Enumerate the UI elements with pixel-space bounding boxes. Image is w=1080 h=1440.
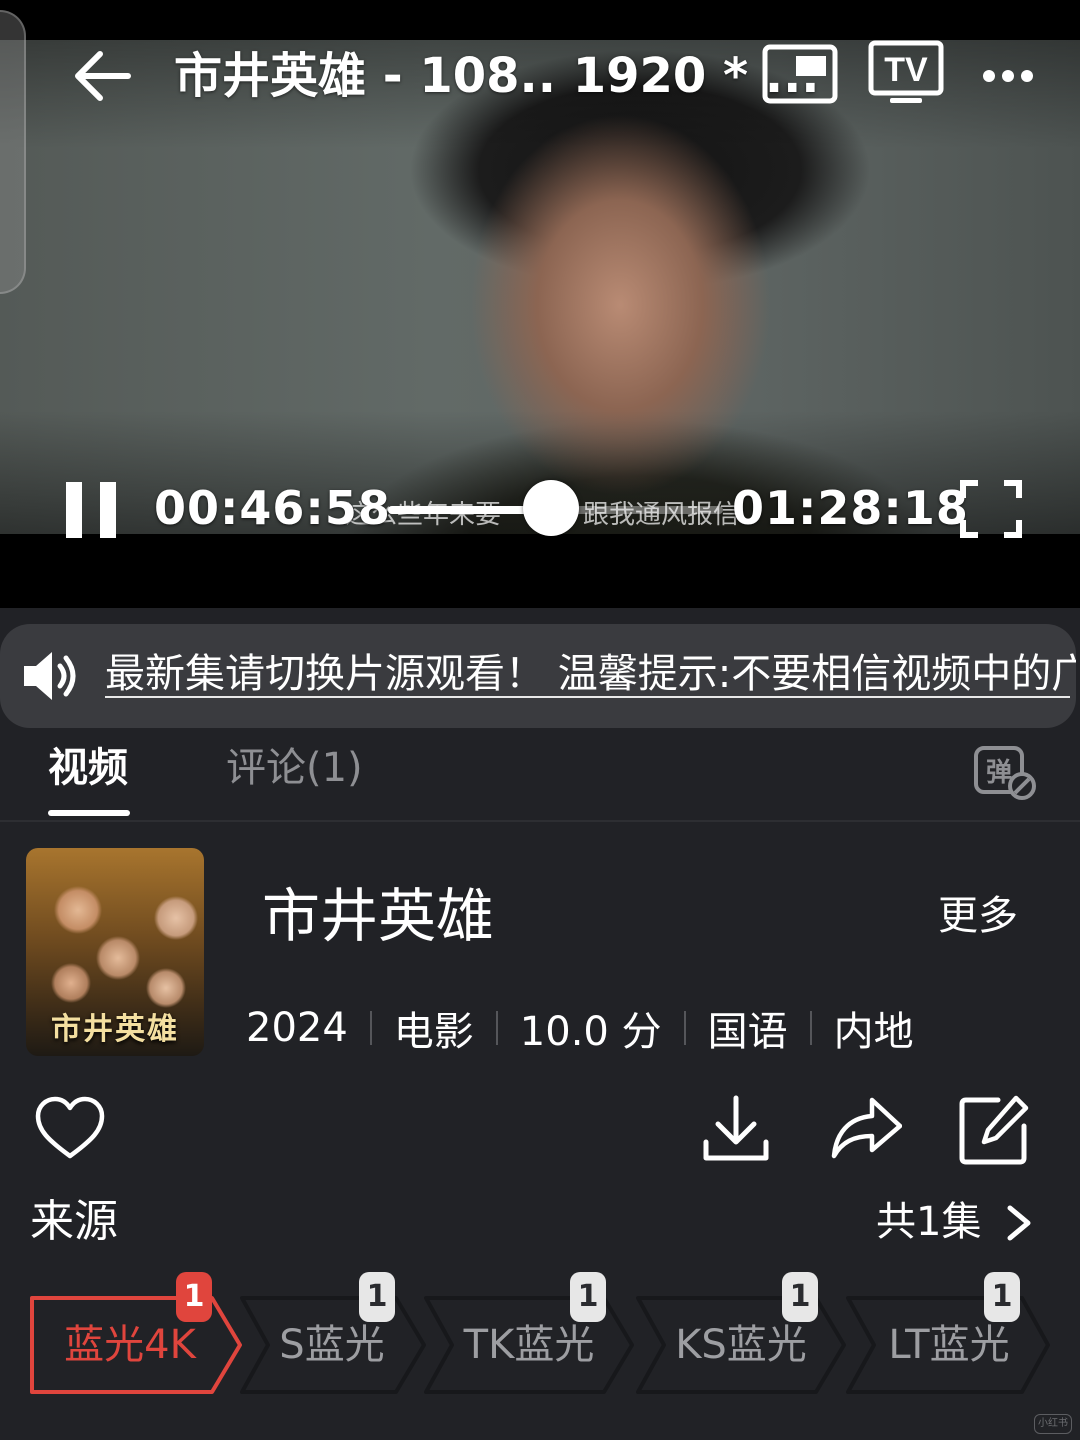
source-item-label: LT蓝光 <box>888 1322 1010 1368</box>
source-item-bluray-4k[interactable]: 蓝光4K 1 <box>30 1272 244 1394</box>
episode-badge: 1 <box>984 1272 1020 1322</box>
meta-divider <box>809 1011 812 1045</box>
video-title: 市井英雄 - 108.. 1920 * ... <box>174 48 820 104</box>
share-icon[interactable] <box>830 1094 902 1166</box>
source-item-lt-bluray[interactable]: LT蓝光 1 <box>846 1272 1060 1394</box>
seek-thumb[interactable] <box>523 480 579 536</box>
meta-language: 国语 <box>707 1009 788 1055</box>
movie-meta: 2024 电影 10.0 分 国语 内地 <box>246 1000 914 1056</box>
episode-badge: 1 <box>359 1272 395 1322</box>
tab-video[interactable]: 视频 <box>48 740 128 796</box>
episode-badge: 1 <box>176 1272 212 1322</box>
announcement-bar[interactable]: 最新集请切换片源观看！ 温馨提示:不要相信视频中的广告 <box>0 624 1076 728</box>
more-info-link[interactable]: 更多 <box>938 890 1018 942</box>
content-tabs: 视频 评论(1) 弹 <box>0 730 1080 822</box>
meta-divider <box>369 1011 372 1045</box>
source-item-s-bluray[interactable]: S蓝光 1 <box>240 1272 454 1394</box>
episode-badge: 1 <box>570 1272 606 1322</box>
movie-poster[interactable]: 市井英雄 <box>26 848 204 1056</box>
meta-divider <box>683 1011 686 1045</box>
meta-score: 10.0 分 <box>519 1009 662 1055</box>
episode-count[interactable]: 共1集 <box>876 1196 981 1248</box>
svg-text:TV: TV <box>884 51 928 89</box>
meta-type: 电影 <box>393 1009 474 1055</box>
picture-in-picture-icon[interactable] <box>762 44 838 104</box>
edit-icon[interactable] <box>958 1094 1030 1166</box>
poster-caption: 市井英雄 <box>51 1012 179 1047</box>
more-options-icon[interactable] <box>980 56 1036 96</box>
source-item-label: S蓝光 <box>279 1322 385 1368</box>
source-list: 蓝光4K 1 S蓝光 1 TK蓝光 1 KS蓝光 1 LT蓝光 1 <box>0 1262 1080 1412</box>
meta-region: 内地 <box>833 1009 914 1055</box>
favorite-heart-icon[interactable] <box>34 1094 106 1166</box>
pause-button[interactable] <box>66 482 118 538</box>
tab-comments[interactable]: 评论(1) <box>226 740 363 796</box>
total-time: 01:28:18 <box>732 481 969 535</box>
tv-cast-icon[interactable]: TV <box>868 40 944 106</box>
speaker-icon <box>24 652 76 700</box>
active-tab-indicator <box>48 810 130 816</box>
danmaku-icon-char: 弹 <box>986 758 1012 788</box>
back-arrow-icon[interactable] <box>70 44 134 108</box>
player-controls: 这么些年来要 跟我通风报信 00:46:58 01:28:18 <box>0 470 1080 550</box>
fullscreen-icon[interactable] <box>960 480 1022 538</box>
source-label: 来源 <box>30 1196 118 1247</box>
movie-title: 市井英雄 <box>262 882 495 950</box>
download-icon[interactable] <box>700 1094 772 1166</box>
player-top-bar: 市井英雄 - 108.. 1920 * ... TV <box>0 36 1080 116</box>
pause-icon-bar-left <box>66 482 82 538</box>
chevron-right-icon[interactable] <box>1004 1204 1034 1242</box>
announcement-underline <box>105 696 1070 698</box>
source-item-tk-bluray[interactable]: TK蓝光 1 <box>424 1272 638 1394</box>
video-player[interactable]: 市井英雄 - 108.. 1920 * ... TV 这么些年来要 跟我通风报信… <box>0 0 1080 608</box>
danmaku-off-icon[interactable]: 弹 <box>972 744 1040 804</box>
pause-icon-bar-right <box>100 482 116 538</box>
meta-divider <box>495 1011 498 1045</box>
meta-year: 2024 <box>246 1005 348 1051</box>
watermark: 小红书 <box>1034 1414 1072 1434</box>
episode-badge: 1 <box>782 1272 818 1322</box>
source-item-ks-bluray[interactable]: KS蓝光 1 <box>636 1272 850 1394</box>
current-time: 00:46:58 <box>154 481 391 535</box>
announcement-text: 最新集请切换片源观看！ 温馨提示:不要相信视频中的广告 <box>105 651 1076 697</box>
